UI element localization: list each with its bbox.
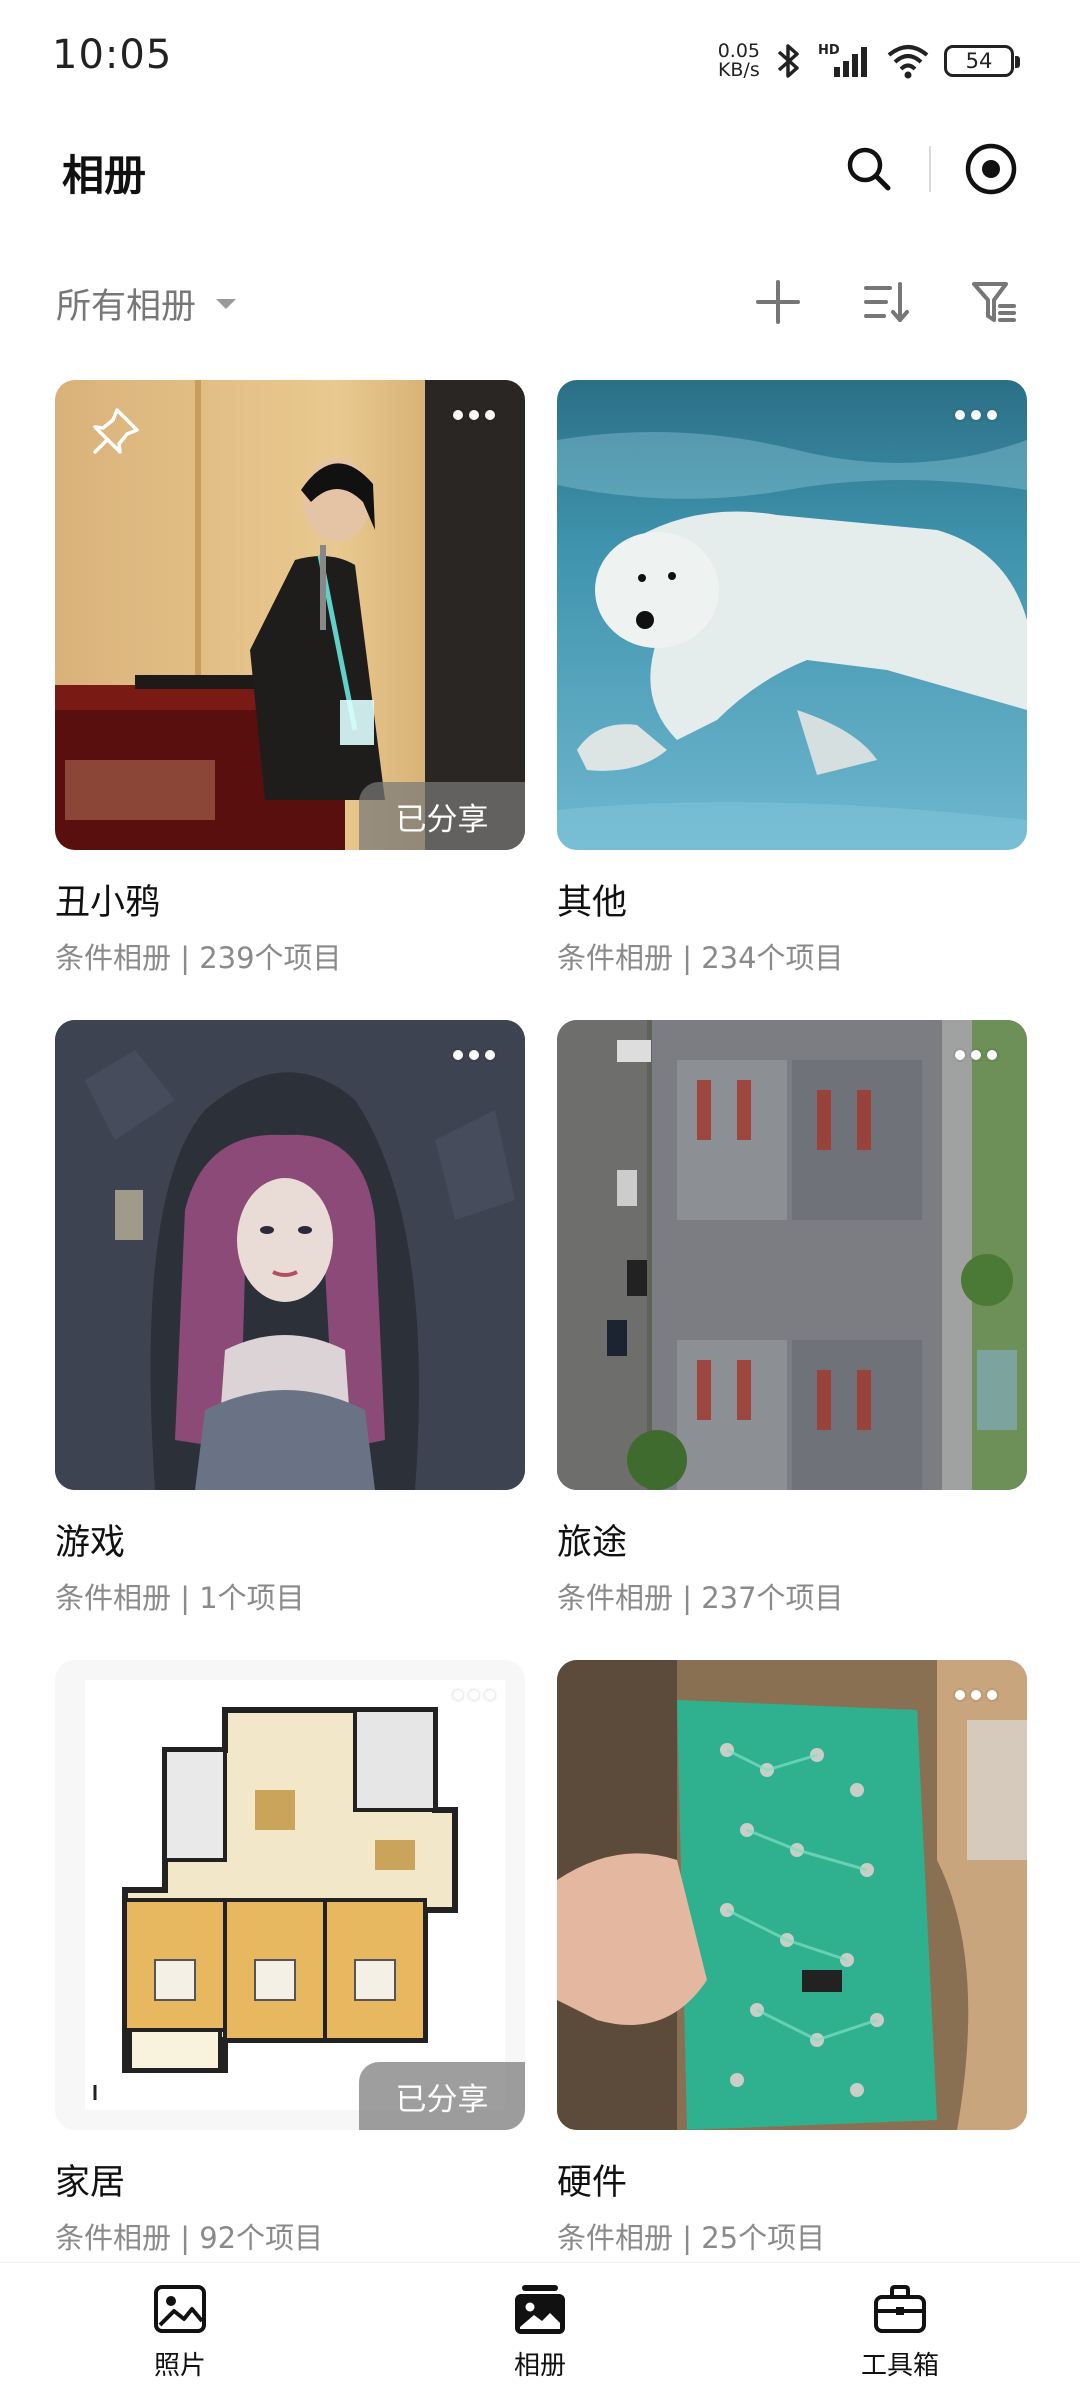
cellular-signal-icon: HD: [818, 43, 867, 77]
signal-hd-label: HD: [818, 43, 840, 58]
album-cover[interactable]: 已分享: [55, 380, 525, 850]
wifi-icon: [887, 45, 929, 79]
nav-item-photos[interactable]: 照片: [90, 2281, 270, 2382]
album-cover[interactable]: [557, 380, 1027, 850]
status-bar: 10:05 0.05 KB/s HD 54: [0, 0, 1080, 120]
search-button[interactable]: [835, 135, 903, 203]
chevron-down-icon: [216, 298, 237, 309]
more-options-icon[interactable]: [453, 1050, 495, 1060]
album-filter-dropdown[interactable]: 所有相册: [56, 278, 238, 329]
album-name: 丑小鸦: [55, 883, 161, 923]
filter-bar: 所有相册: [56, 270, 1026, 340]
filter-button[interactable]: [962, 270, 1026, 334]
nav-item-toolbox[interactable]: 工具箱: [810, 2281, 990, 2382]
nav-label: 相册: [513, 2351, 566, 2381]
more-options-icon[interactable]: [453, 410, 495, 420]
album-cover[interactable]: [55, 1020, 525, 1490]
album-meta: 条件相册 | 25个项目: [557, 2221, 826, 2255]
pin-icon: [87, 404, 143, 464]
status-icons: 0.05 KB/s HD 54: [718, 36, 1020, 86]
battery-icon: 54: [944, 45, 1020, 77]
shared-tag: 已分享: [359, 2062, 525, 2130]
album-name: 硬件: [557, 2163, 628, 2203]
album-card[interactable]: 已分享 家居 条件相册 | 92个项目: [55, 1660, 525, 2257]
album-name: 游戏: [55, 1523, 126, 1563]
nav-label: 工具箱: [860, 2351, 939, 2381]
aerial-rooftops-photo: [557, 1020, 1027, 1490]
sort-button[interactable]: [854, 270, 918, 334]
album-cover[interactable]: [557, 1020, 1027, 1490]
album-name: 旅途: [557, 1523, 628, 1563]
filter-icon: [972, 282, 1016, 322]
filter-actions: [746, 270, 1026, 334]
game-character-photo: [55, 1020, 525, 1490]
photos-icon: [154, 2285, 206, 2333]
album-card[interactable]: 旅途 条件相册 | 237个项目: [557, 1020, 1027, 1617]
album-name: 家居: [55, 2163, 126, 2203]
album-card[interactable]: 硬件 条件相册 | 25个项目: [557, 1660, 1027, 2257]
albums-icon: [515, 2285, 565, 2334]
album-meta: 条件相册 | 1个项目: [55, 1581, 305, 1615]
floor-plan-image: [55, 1660, 525, 2130]
more-options-icon[interactable]: [453, 1690, 495, 1700]
album-filter-label: 所有相册: [56, 287, 197, 327]
album-meta: 条件相册 | 234个项目: [557, 941, 844, 975]
nav-item-albums[interactable]: 相册: [450, 2281, 630, 2382]
album-card[interactable]: 其他 条件相册 | 234个项目: [557, 380, 1027, 977]
add-album-button[interactable]: [746, 270, 810, 334]
record-target-icon: [965, 143, 1017, 195]
bottom-nav: 照片 相册 工具箱: [0, 2262, 1080, 2400]
more-options-icon[interactable]: [955, 1690, 997, 1700]
add-icon: [756, 280, 800, 324]
album-card[interactable]: 已分享 丑小鸦 条件相册 | 239个项目: [55, 380, 525, 977]
network-speed-unit: KB/s: [717, 59, 760, 81]
polar-bear-photo: [557, 380, 1027, 850]
album-meta: 条件相册 | 237个项目: [557, 1581, 844, 1615]
album-name: 其他: [557, 883, 628, 923]
album-cover[interactable]: [557, 1660, 1027, 2130]
header-divider: [929, 146, 931, 192]
toolbox-icon: [874, 2285, 926, 2333]
album-meta: 条件相册 | 92个项目: [55, 2221, 324, 2255]
album-meta: 条件相册 | 239个项目: [55, 941, 342, 975]
nav-label: 照片: [153, 2351, 206, 2381]
shared-tag: 已分享: [359, 782, 525, 850]
album-card[interactable]: 游戏 条件相册 | 1个项目: [55, 1020, 525, 1617]
search-icon: [847, 147, 891, 191]
header-actions: [835, 135, 1025, 203]
page-title: 相册: [62, 151, 147, 200]
more-options-icon[interactable]: [955, 1050, 997, 1060]
network-speed: 0.05 KB/s: [718, 42, 760, 80]
more-options-icon[interactable]: [955, 410, 997, 420]
status-time: 10:05: [52, 32, 173, 78]
sort-icon: [864, 282, 909, 322]
bluetooth-icon: [777, 44, 799, 78]
circuit-board-photo: [557, 1660, 1027, 2130]
record-button[interactable]: [957, 135, 1025, 203]
album-cover[interactable]: 已分享: [55, 1660, 525, 2130]
